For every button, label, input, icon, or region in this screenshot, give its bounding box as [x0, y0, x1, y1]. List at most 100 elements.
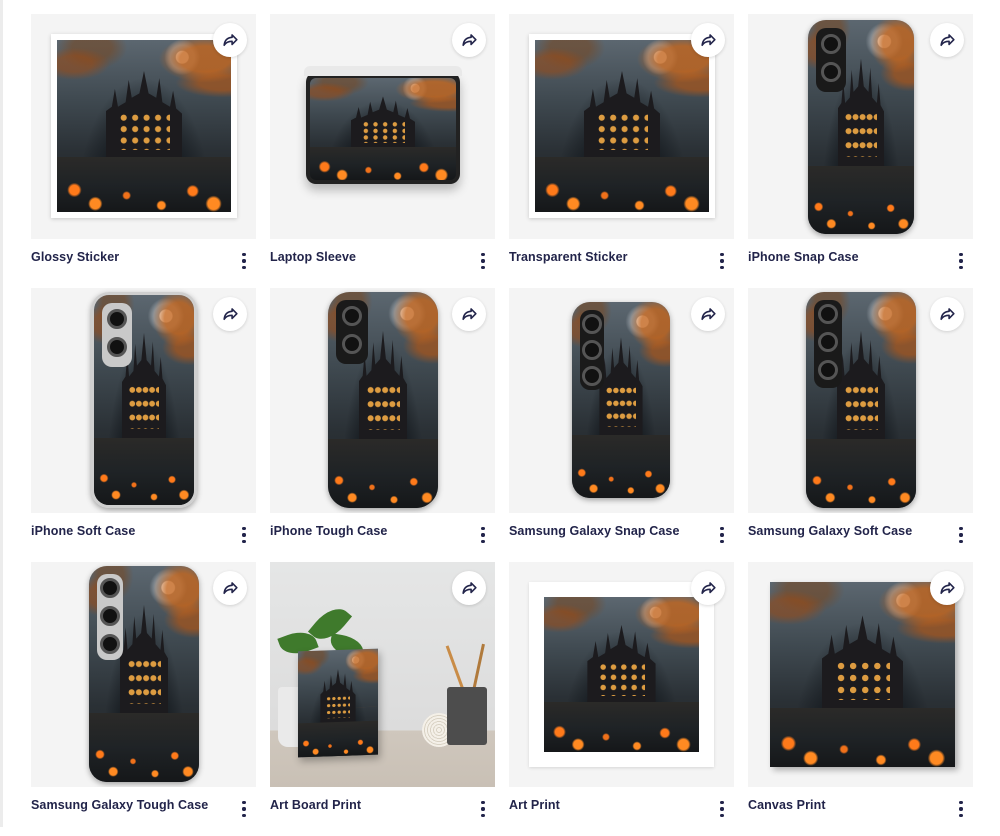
product-title[interactable]: Transparent Sticker	[509, 250, 628, 264]
more-vertical-icon	[242, 527, 245, 530]
canvas	[770, 582, 955, 767]
more-vertical-icon	[959, 253, 962, 256]
more-options-button[interactable]	[718, 527, 726, 543]
share-button[interactable]	[213, 571, 247, 605]
share-button[interactable]	[452, 297, 486, 331]
camera-module	[814, 300, 842, 388]
share-icon	[699, 305, 718, 324]
product-title[interactable]: Samsung Galaxy Tough Case	[31, 798, 208, 812]
share-icon	[938, 31, 957, 50]
more-options-button[interactable]	[957, 801, 965, 817]
product-card-iphone-soft-case[interactable]: iPhone Soft Case	[31, 288, 256, 562]
product-thumbnail[interactable]	[748, 562, 973, 787]
sticker-frame	[529, 34, 715, 218]
share-button[interactable]	[691, 23, 725, 57]
product-card-art-board-print[interactable]: Art Board Print	[270, 562, 495, 836]
share-button[interactable]	[213, 297, 247, 331]
page-left-border	[0, 0, 3, 827]
share-button[interactable]	[213, 23, 247, 57]
product-card-laptop-sleeve[interactable]: Laptop Sleeve	[270, 14, 495, 288]
product-title[interactable]: iPhone Snap Case	[748, 250, 859, 264]
product-thumbnail[interactable]	[509, 288, 734, 513]
phone-case	[808, 20, 914, 234]
share-button[interactable]	[930, 23, 964, 57]
more-options-button[interactable]	[479, 801, 487, 817]
product-thumbnail[interactable]	[31, 288, 256, 513]
sticker-frame	[51, 34, 237, 218]
product-thumbnail[interactable]	[31, 562, 256, 787]
product-thumbnail[interactable]	[748, 288, 973, 513]
product-title[interactable]: Canvas Print	[748, 798, 826, 812]
product-title[interactable]: Art Print	[509, 798, 560, 812]
share-button[interactable]	[930, 297, 964, 331]
share-button[interactable]	[691, 571, 725, 605]
product-title[interactable]: Samsung Galaxy Soft Case	[748, 524, 912, 538]
product-thumbnail[interactable]	[31, 14, 256, 239]
camera-module	[816, 28, 846, 92]
product-title[interactable]: iPhone Soft Case	[31, 524, 135, 538]
share-icon	[460, 579, 479, 598]
product-thumbnail[interactable]	[509, 14, 734, 239]
product-card-transparent-sticker[interactable]: Transparent Sticker	[509, 14, 734, 288]
share-button[interactable]	[691, 297, 725, 331]
more-vertical-icon	[481, 801, 484, 804]
more-options-button[interactable]	[479, 527, 487, 543]
more-vertical-icon	[242, 801, 245, 804]
share-icon	[938, 579, 957, 598]
product-card-iphone-snap-case[interactable]: iPhone Snap Case	[748, 14, 973, 288]
product-thumbnail[interactable]	[270, 14, 495, 239]
more-options-button[interactable]	[718, 253, 726, 269]
camera-module	[580, 310, 604, 390]
share-icon	[699, 31, 718, 50]
share-icon	[221, 579, 240, 598]
more-options-button[interactable]	[957, 527, 965, 543]
product-card-iphone-tough-case[interactable]: iPhone Tough Case	[270, 288, 495, 562]
product-thumbnail[interactable]	[509, 562, 734, 787]
more-options-button[interactable]	[240, 253, 248, 269]
camera-module	[102, 303, 132, 367]
more-vertical-icon	[481, 527, 484, 530]
more-vertical-icon	[959, 527, 962, 530]
halloween-castle-artwork	[310, 78, 456, 180]
more-options-button[interactable]	[479, 253, 487, 269]
product-title[interactable]: Glossy Sticker	[31, 250, 119, 264]
product-grid: Glossy Sticker Laptop Sleeve	[31, 14, 973, 836]
phone-case	[806, 292, 916, 508]
product-card-glossy-sticker[interactable]: Glossy Sticker	[31, 14, 256, 288]
phone-case	[572, 302, 670, 498]
share-button[interactable]	[452, 23, 486, 57]
more-options-button[interactable]	[718, 801, 726, 817]
more-vertical-icon	[959, 801, 962, 804]
more-options-button[interactable]	[240, 801, 248, 817]
halloween-castle-artwork	[57, 40, 231, 212]
camera-module	[97, 574, 123, 660]
more-vertical-icon	[481, 253, 484, 256]
product-card-canvas-print[interactable]: Canvas Print	[748, 562, 973, 836]
product-title[interactable]: iPhone Tough Case	[270, 524, 387, 538]
pen-cup	[447, 687, 487, 745]
share-button[interactable]	[452, 571, 486, 605]
halloween-castle-artwork	[544, 597, 699, 752]
product-title[interactable]: Samsung Galaxy Snap Case	[509, 524, 680, 538]
product-card-samsung-galaxy-soft-case[interactable]: Samsung Galaxy Soft Case	[748, 288, 973, 562]
camera-module	[336, 300, 368, 364]
more-options-button[interactable]	[957, 253, 965, 269]
share-button[interactable]	[930, 571, 964, 605]
product-title[interactable]: Laptop Sleeve	[270, 250, 356, 264]
product-thumbnail[interactable]	[270, 562, 495, 787]
product-thumbnail[interactable]	[270, 288, 495, 513]
product-card-samsung-galaxy-snap-case[interactable]: Samsung Galaxy Snap Case	[509, 288, 734, 562]
print-mat	[529, 582, 714, 767]
more-options-button[interactable]	[240, 527, 248, 543]
product-title[interactable]: Art Board Print	[270, 798, 361, 812]
art-board	[298, 649, 378, 758]
more-vertical-icon	[720, 253, 723, 256]
share-icon	[460, 305, 479, 324]
phone-case	[91, 292, 197, 508]
share-icon	[221, 305, 240, 324]
product-thumbnail[interactable]	[748, 14, 973, 239]
more-vertical-icon	[242, 253, 245, 256]
product-card-art-print[interactable]: Art Print	[509, 562, 734, 836]
halloween-castle-artwork	[535, 40, 709, 212]
product-card-samsung-galaxy-tough-case[interactable]: Samsung Galaxy Tough Case	[31, 562, 256, 836]
